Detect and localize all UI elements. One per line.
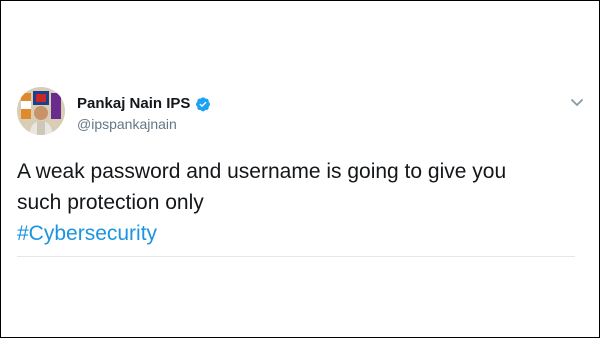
author-display-name[interactable]: Pankaj Nain IPS (77, 95, 190, 112)
tweet-text-line: such protection only (17, 191, 204, 214)
tweet-text: A weak password and username is going to… (17, 156, 577, 249)
chevron-down-icon[interactable] (567, 95, 587, 111)
divider (17, 256, 575, 257)
avatar[interactable] (17, 87, 65, 135)
author-handle[interactable]: @ipspankajnain (77, 116, 177, 132)
author-name-row: Pankaj Nain IPS (77, 95, 211, 112)
hashtag-link[interactable]: #Cybersecurity (17, 218, 577, 249)
tweet-card: Pankaj Nain IPS @ipspankajnain A weak pa… (0, 0, 600, 338)
verified-badge-icon (195, 96, 211, 112)
profile-photo-icon (17, 87, 65, 135)
tweet-text-line: A weak password and username is going to… (17, 160, 507, 183)
